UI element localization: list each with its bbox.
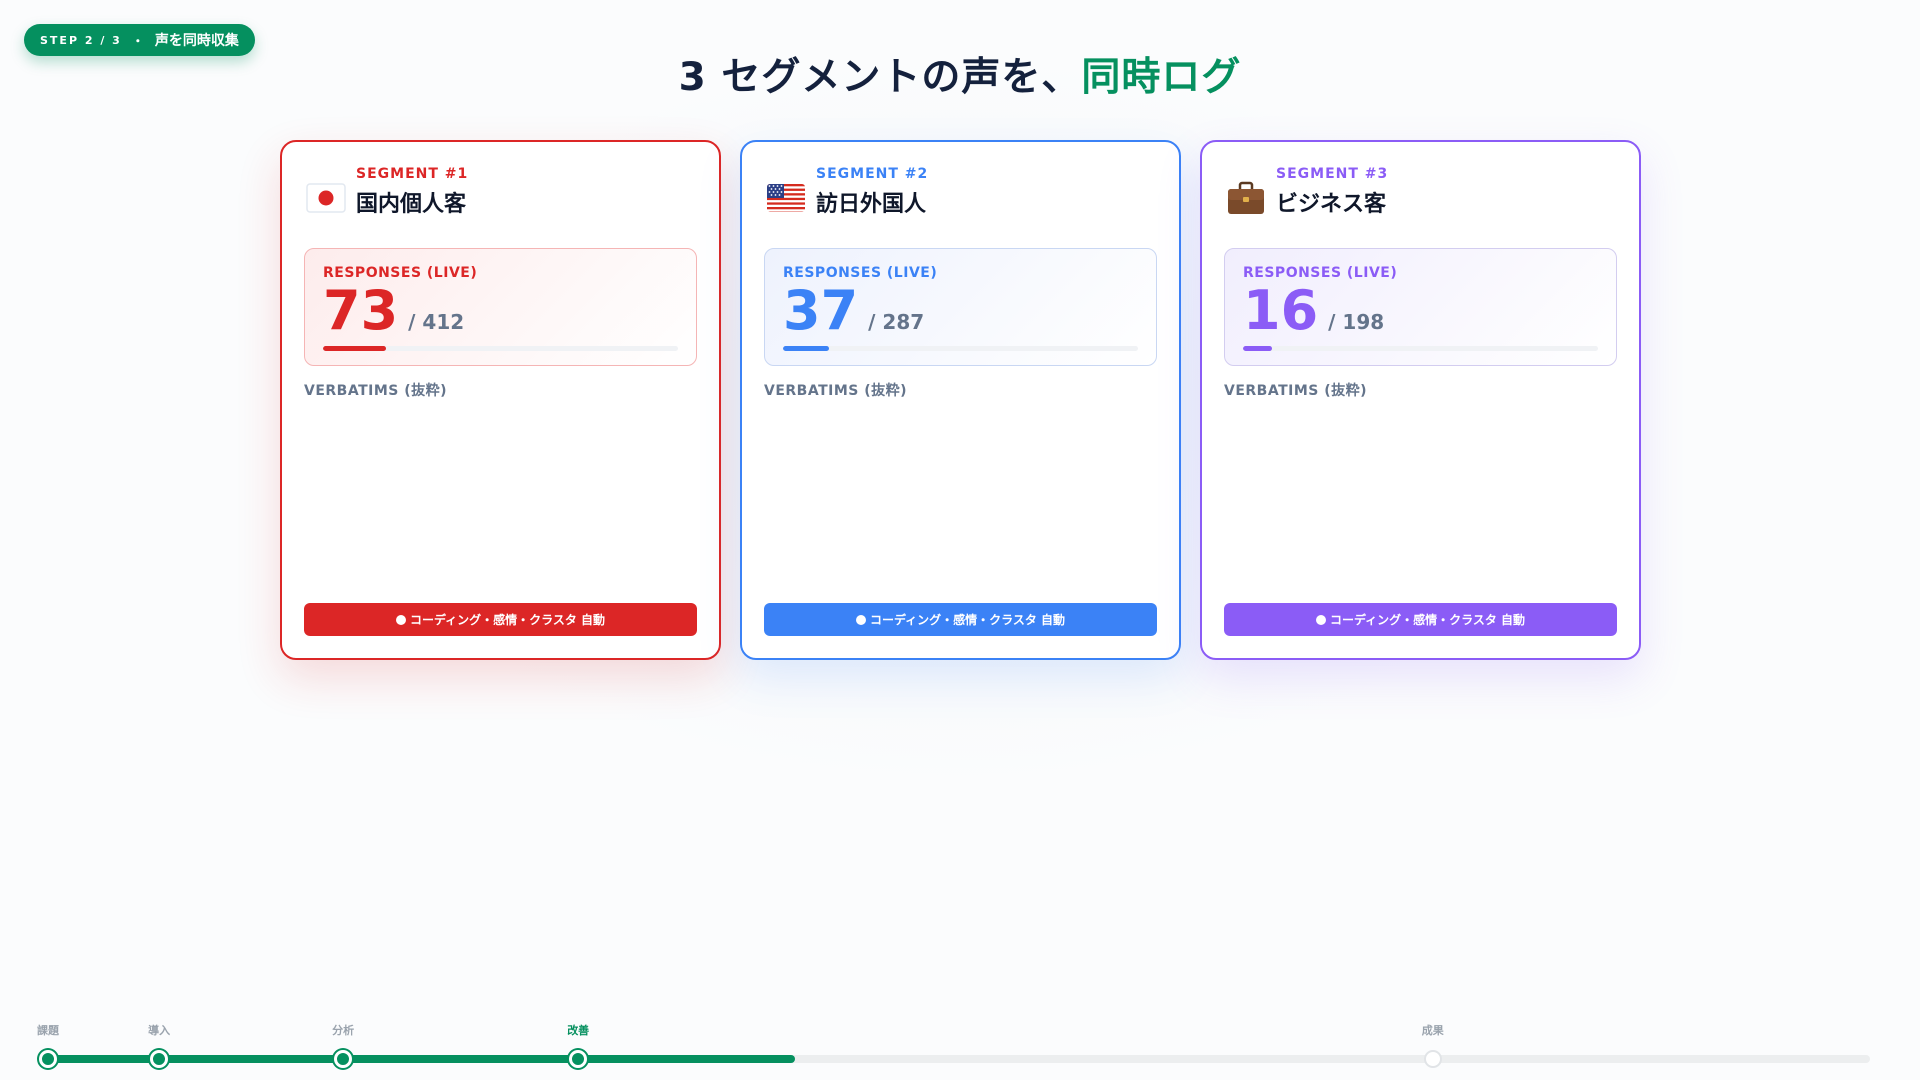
responses-count: 73 [323, 279, 399, 342]
live-dot-icon [855, 614, 866, 625]
segment-number: SEGMENT #3 [1276, 166, 1389, 182]
responses-progress-track [1243, 346, 1598, 351]
segment-header: SEGMENT #2 訪日外国人 [764, 164, 1157, 224]
status-text: コーディング・感情・クラスタ 自動 [869, 613, 1066, 627]
verbatims-label: VERBATIMS (抜粋) [1224, 383, 1368, 399]
timeline-stage-label: 分析 [332, 1024, 355, 1037]
timeline-stage-label: 課題 [37, 1024, 59, 1037]
status-text: コーディング・感情・クラスタ 自動 [409, 613, 606, 627]
responses-progress-fill [1243, 346, 1272, 351]
timeline-stage-node [150, 1050, 169, 1068]
japan-flag-icon [304, 176, 348, 220]
segment-header: SEGMENT #3 ビジネス客 [1224, 164, 1617, 224]
status-text: コーディング・感情・クラスタ 自動 [1329, 613, 1526, 627]
auto-coding-status-bar: コーディング・感情・クラスタ 自動 [1224, 603, 1617, 636]
responses-progress-fill [783, 346, 829, 351]
responses-total: / 412 [408, 310, 465, 334]
segment-card-3: SEGMENT #3 ビジネス客 RESPONSES (LIVE) 16 / 1… [1200, 140, 1641, 660]
auto-coding-status-bar: コーディング・感情・クラスタ 自動 [764, 603, 1157, 636]
responses-count: 37 [783, 279, 859, 342]
segment-number: SEGMENT #1 [356, 166, 469, 182]
us-flag-icon [764, 176, 808, 220]
timeline-stage-node [569, 1050, 588, 1068]
responses-progress-fill [323, 346, 386, 351]
segment-card-2: SEGMENT #2 訪日外国人 RESPONSES (LIVE) 37 / 2… [740, 140, 1181, 660]
step-counter: STEP 2 / 3 [40, 33, 122, 47]
responses-total: / 198 [1328, 310, 1385, 334]
segment-name: 訪日外国人 [816, 192, 927, 217]
live-dot-icon [1315, 614, 1326, 625]
story-progress-timeline: 課題 導入 分析 改善 成果 [0, 1010, 1920, 1080]
segment-name: 国内個人客 [356, 192, 467, 217]
segment-name: ビジネス客 [1276, 192, 1387, 217]
timeline-stage-node [334, 1050, 353, 1068]
timeline-stage-node [1423, 1050, 1442, 1068]
responses-total: / 287 [868, 310, 925, 334]
segment-number: SEGMENT #2 [816, 166, 929, 182]
responses-panel: RESPONSES (LIVE) 16 / 198 [1224, 248, 1617, 366]
responses-panel: RESPONSES (LIVE) 73 / 412 [304, 248, 697, 366]
timeline-stage-label: 改善 [567, 1024, 590, 1037]
segment-card-1: SEGMENT #1 国内個人客 RESPONSES (LIVE) 73 / 4… [280, 140, 721, 660]
responses-panel: RESPONSES (LIVE) 37 / 287 [764, 248, 1157, 366]
page-title-prefix: 3 セグメントの声を、 [678, 55, 1082, 100]
verbatims-label: VERBATIMS (抜粋) [304, 383, 448, 399]
responses-progress-track [783, 346, 1138, 351]
verbatims-label: VERBATIMS (抜粋) [764, 383, 908, 399]
page-title-accent: 同時ログ [1081, 55, 1242, 100]
timeline-stage-label: 導入 [148, 1024, 171, 1037]
briefcase-icon [1224, 176, 1268, 220]
responses-progress-track [323, 346, 678, 351]
timeline-stage-node [39, 1050, 57, 1068]
live-dot-icon [395, 614, 406, 625]
page-title: 3 セグメントの声を、同時ログ [0, 46, 1920, 102]
auto-coding-status-bar: コーディング・感情・クラスタ 自動 [304, 603, 697, 636]
segment-header: SEGMENT #1 国内個人客 [304, 164, 697, 224]
timeline-stage-label: 成果 [1421, 1024, 1444, 1037]
responses-count: 16 [1243, 279, 1319, 342]
